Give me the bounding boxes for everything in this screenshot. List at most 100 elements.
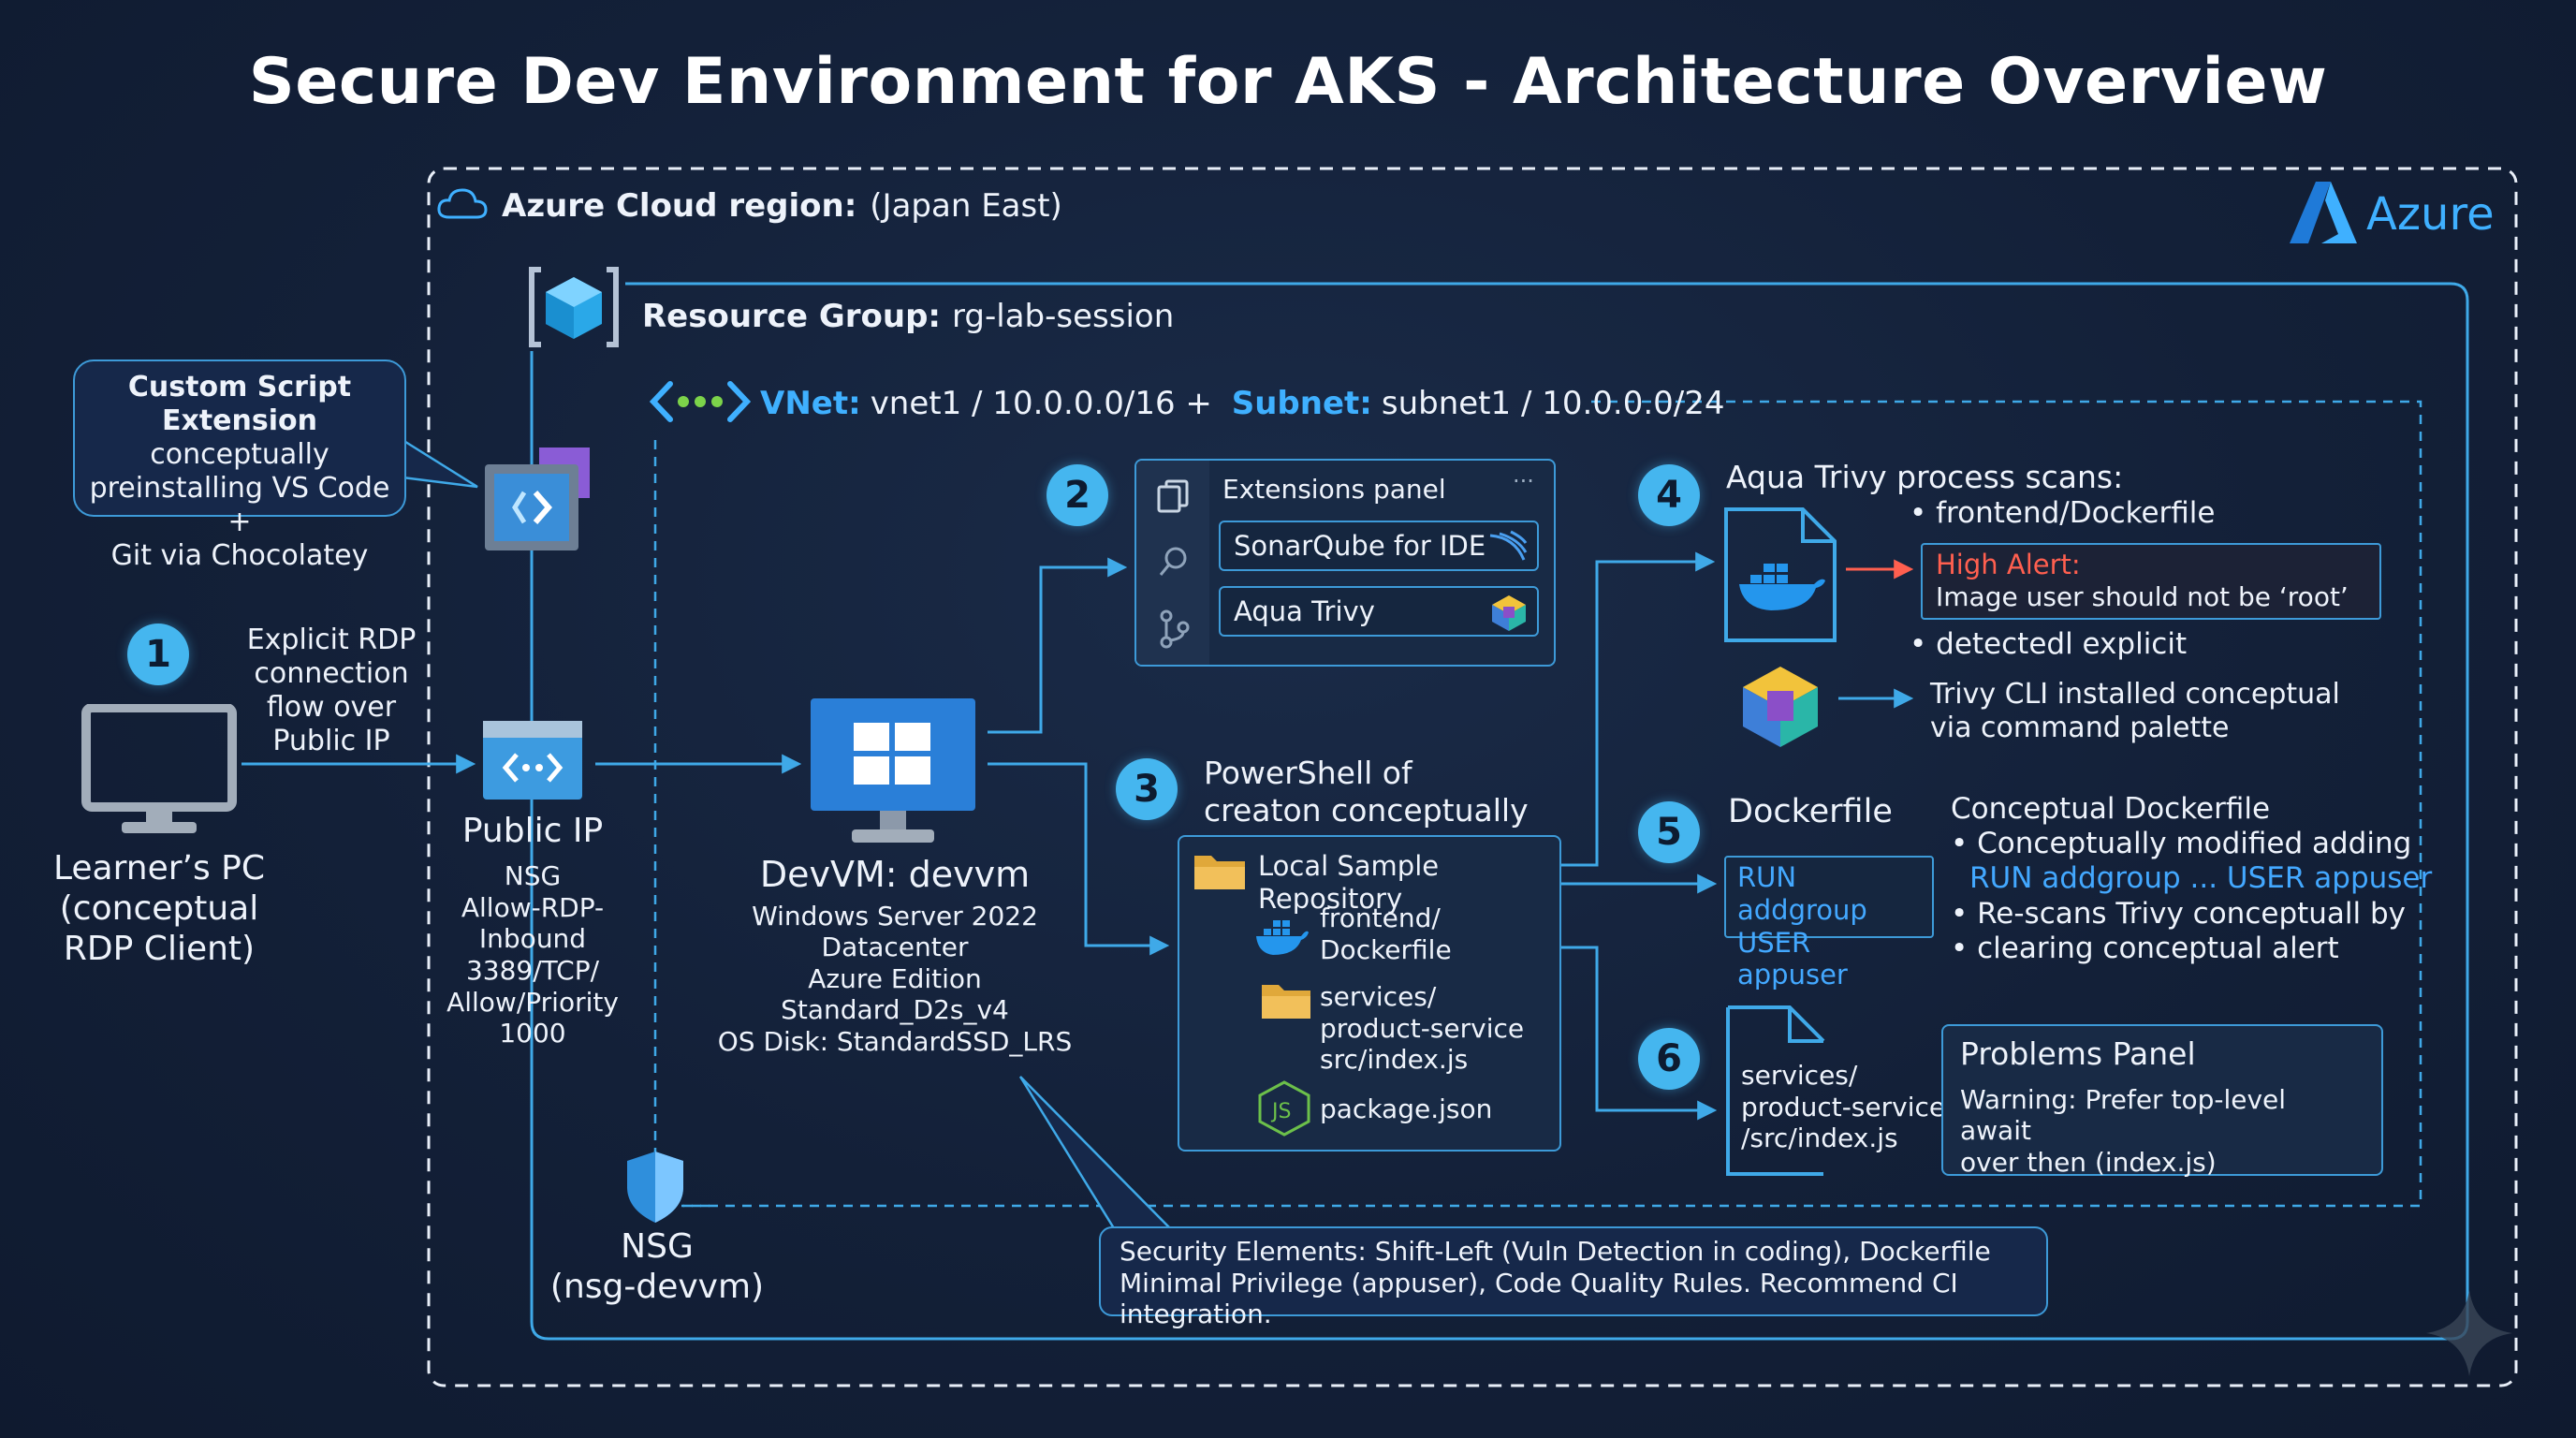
problems-title: Problems Panel bbox=[1960, 1035, 2196, 1072]
nsg-label: NSG (nsg-devvm) bbox=[543, 1226, 771, 1307]
activity-bar bbox=[1136, 461, 1209, 665]
pip-nsg-line-5: 1000 bbox=[499, 1018, 566, 1049]
cse-line-3: preinstalling VS Code + bbox=[89, 472, 390, 538]
security-line-2: Minimal Privilege (appuser), Code Qualit… bbox=[1120, 1267, 1958, 1330]
repo-package-json[interactable]: package.json bbox=[1320, 1093, 1492, 1125]
pip-nsg-line-1: NSG bbox=[504, 860, 562, 892]
trivy-bullet-2: • detectedl explicit bbox=[1910, 627, 2188, 661]
powershell-label: PowerShell of creaton conceptually bbox=[1204, 755, 1529, 829]
subnet-value: subnet1 / 10.0.0.0/24 bbox=[1381, 384, 1725, 422]
azure-logo-icon bbox=[2288, 180, 2359, 249]
high-alert-box: High Alert: Image user should not be ‘ro… bbox=[1921, 543, 2381, 620]
cse-callout: Custom Script Extension conceptually pre… bbox=[73, 360, 406, 572]
more-actions-icon[interactable]: ··· bbox=[1513, 468, 1534, 495]
public-ip-icon bbox=[481, 719, 584, 805]
cse-line-2-bold: Extension bbox=[162, 404, 317, 437]
trivy-cli-line-2: via command palette bbox=[1930, 712, 2230, 744]
devvm-block: DevVM: devvm Windows Server 2022 Datacen… bbox=[711, 854, 1078, 1058]
pip-nsg-line-4: Allow/Priority bbox=[446, 986, 619, 1018]
index-file-line-3: /src/index.js bbox=[1741, 1123, 1898, 1154]
custom-script-extension-icon bbox=[481, 446, 599, 560]
repo-frontend-item[interactable]: frontend/ Dockerfile bbox=[1320, 902, 1452, 965]
public-ip-block: Public IP NSG Allow-RDP- Inbound 3389/TC… bbox=[416, 811, 650, 1049]
dockerfile-run-box: RUN addgroup USER appuser bbox=[1724, 856, 1934, 990]
region-value: (Japan East) bbox=[870, 186, 1062, 225]
services-line-2: product-service bbox=[1320, 1012, 1525, 1044]
services-line-3: src/index.js bbox=[1320, 1044, 1469, 1076]
conceptual-bullet-2: • Re-scans Trivy conceptuall by bbox=[1951, 896, 2407, 931]
repo-to-index-arrow bbox=[1561, 946, 1718, 1121]
docker-icon bbox=[1256, 920, 1309, 955]
security-elements-callout: Security Elements: Shift-Left (Vuln Dete… bbox=[1099, 1226, 2048, 1329]
monitor-icon bbox=[80, 703, 238, 841]
frontend-line-2: Dockerfile bbox=[1320, 933, 1452, 965]
cse-line-4: Git via Chocolatey bbox=[110, 539, 369, 572]
conceptual-dockerfile-notes: Conceptual Dockerfile • Conceptually mod… bbox=[1951, 792, 2432, 966]
region-header: Azure Cloud region: (Japan East) bbox=[436, 185, 1062, 227]
problems-line-1: Warning: Prefer top-level await bbox=[1960, 1083, 2287, 1147]
aqua-trivy-label: Aqua Trivy bbox=[1234, 595, 1375, 627]
security-callout-pointer bbox=[1018, 1076, 1173, 1230]
repo-services-item[interactable]: services/ product-service src/index.js bbox=[1320, 981, 1524, 1076]
subnet-label: Subnet: bbox=[1231, 384, 1372, 422]
conceptual-title: Conceptual Dockerfile bbox=[1951, 792, 2271, 826]
alert-text: Image user should not be ‘root’ bbox=[1936, 580, 2349, 612]
nodejs-icon: JS bbox=[1258, 1080, 1310, 1137]
devvm-title: DevVM: devvm bbox=[759, 854, 1031, 895]
run-line-1: RUN addgroup bbox=[1737, 861, 1867, 926]
devvm-line-4: Standard_D2s_v4 bbox=[781, 994, 1009, 1026]
rdp-line-4: Public IP bbox=[272, 725, 390, 757]
nsg-shield-icon bbox=[623, 1150, 687, 1228]
extension-aqua-trivy[interactable]: Aqua Trivy bbox=[1219, 586, 1539, 637]
alert-title: High Alert: bbox=[1936, 549, 2081, 580]
services-line-1: services/ bbox=[1320, 981, 1437, 1012]
pip-nsg-line-3: Inbound 3389/TCP/ bbox=[465, 923, 600, 986]
step-5-badge: 5 bbox=[1638, 801, 1700, 863]
index-js-file[interactable]: services/ product-service /src/index.js bbox=[1741, 1060, 1945, 1154]
resource-group-header: Resource Group: rg-lab-session bbox=[642, 298, 1174, 336]
step-6-badge: 6 bbox=[1638, 1028, 1700, 1090]
conceptual-bullet-3: • clearing conceptual alert bbox=[1951, 931, 2339, 965]
dockerfile-doc-icon bbox=[1724, 507, 1837, 642]
explorer-icon[interactable] bbox=[1155, 477, 1191, 515]
learner-line-1: Learner’s PC bbox=[52, 849, 266, 888]
services-folder-icon bbox=[1262, 985, 1310, 1019]
search-icon[interactable] bbox=[1157, 545, 1191, 582]
step-3-badge: 3 bbox=[1116, 758, 1178, 820]
azure-logo: Azure bbox=[2288, 180, 2495, 249]
devvm-line-1: Windows Server 2022 bbox=[752, 900, 1038, 932]
devvm-line-2: Datacenter bbox=[821, 932, 969, 963]
svg-text:JS: JS bbox=[1270, 1100, 1291, 1123]
step-1-badge: 1 bbox=[127, 624, 189, 685]
sonarqube-label: SonarQube for IDE bbox=[1234, 530, 1486, 562]
source-control-icon[interactable] bbox=[1157, 609, 1191, 650]
trivy-cli-icon bbox=[1743, 667, 1818, 747]
learner-line-2: (conceptual bbox=[59, 889, 259, 929]
vnet-label: VNet: bbox=[760, 384, 861, 422]
trivy-title: Aqua Trivy process scans: bbox=[1726, 459, 2124, 495]
nsg-line-2: (nsg-devvm) bbox=[549, 1268, 765, 1307]
learner-pc-label: Learner’s PC (conceptual RDP Client) bbox=[41, 848, 277, 970]
folder-icon bbox=[1194, 856, 1245, 889]
windows-vm-icon bbox=[809, 697, 977, 852]
conceptual-bullet-1: • Conceptually modified adding bbox=[1951, 827, 2412, 861]
rdp-flow-label: Explicit RDP connection flow over Public… bbox=[242, 624, 421, 758]
extension-sonarqube[interactable]: SonarQube for IDE bbox=[1219, 521, 1539, 571]
local-repo-panel: Local Sample Repository frontend/ Docker… bbox=[1178, 835, 1561, 1152]
cse-callout-pointer bbox=[401, 437, 478, 489]
step-2-badge: 2 bbox=[1046, 464, 1108, 526]
page-title: Secure Dev Environment for AKS - Archite… bbox=[248, 45, 2328, 119]
problems-panel: Problems Panel Warning: Prefer top-level… bbox=[1941, 1024, 2383, 1178]
devvm-line-3: Azure Edition bbox=[808, 962, 982, 994]
powershell-line-2: creaton conceptually bbox=[1204, 791, 1529, 829]
sonarqube-icon bbox=[1489, 530, 1528, 561]
problems-line-2: over then (index.js) bbox=[1960, 1146, 2217, 1178]
dockerfile-title: Dockerfile bbox=[1728, 793, 1893, 830]
pip-nsg-line-2: Allow-RDP- bbox=[461, 891, 605, 923]
extensions-panel-title: Extensions panel bbox=[1222, 474, 1446, 505]
resource-group-value: rg-lab-session bbox=[952, 298, 1175, 335]
devvm-line-5: OS Disk: StandardSSD_LRS bbox=[717, 1025, 1073, 1057]
rdp-line-2: connection bbox=[254, 657, 409, 690]
trivy-cli-line-1: Trivy CLI installed conceptual bbox=[1930, 678, 2340, 711]
vnet-value: vnet1 / 10.0.0.0/16 + bbox=[870, 384, 1222, 422]
